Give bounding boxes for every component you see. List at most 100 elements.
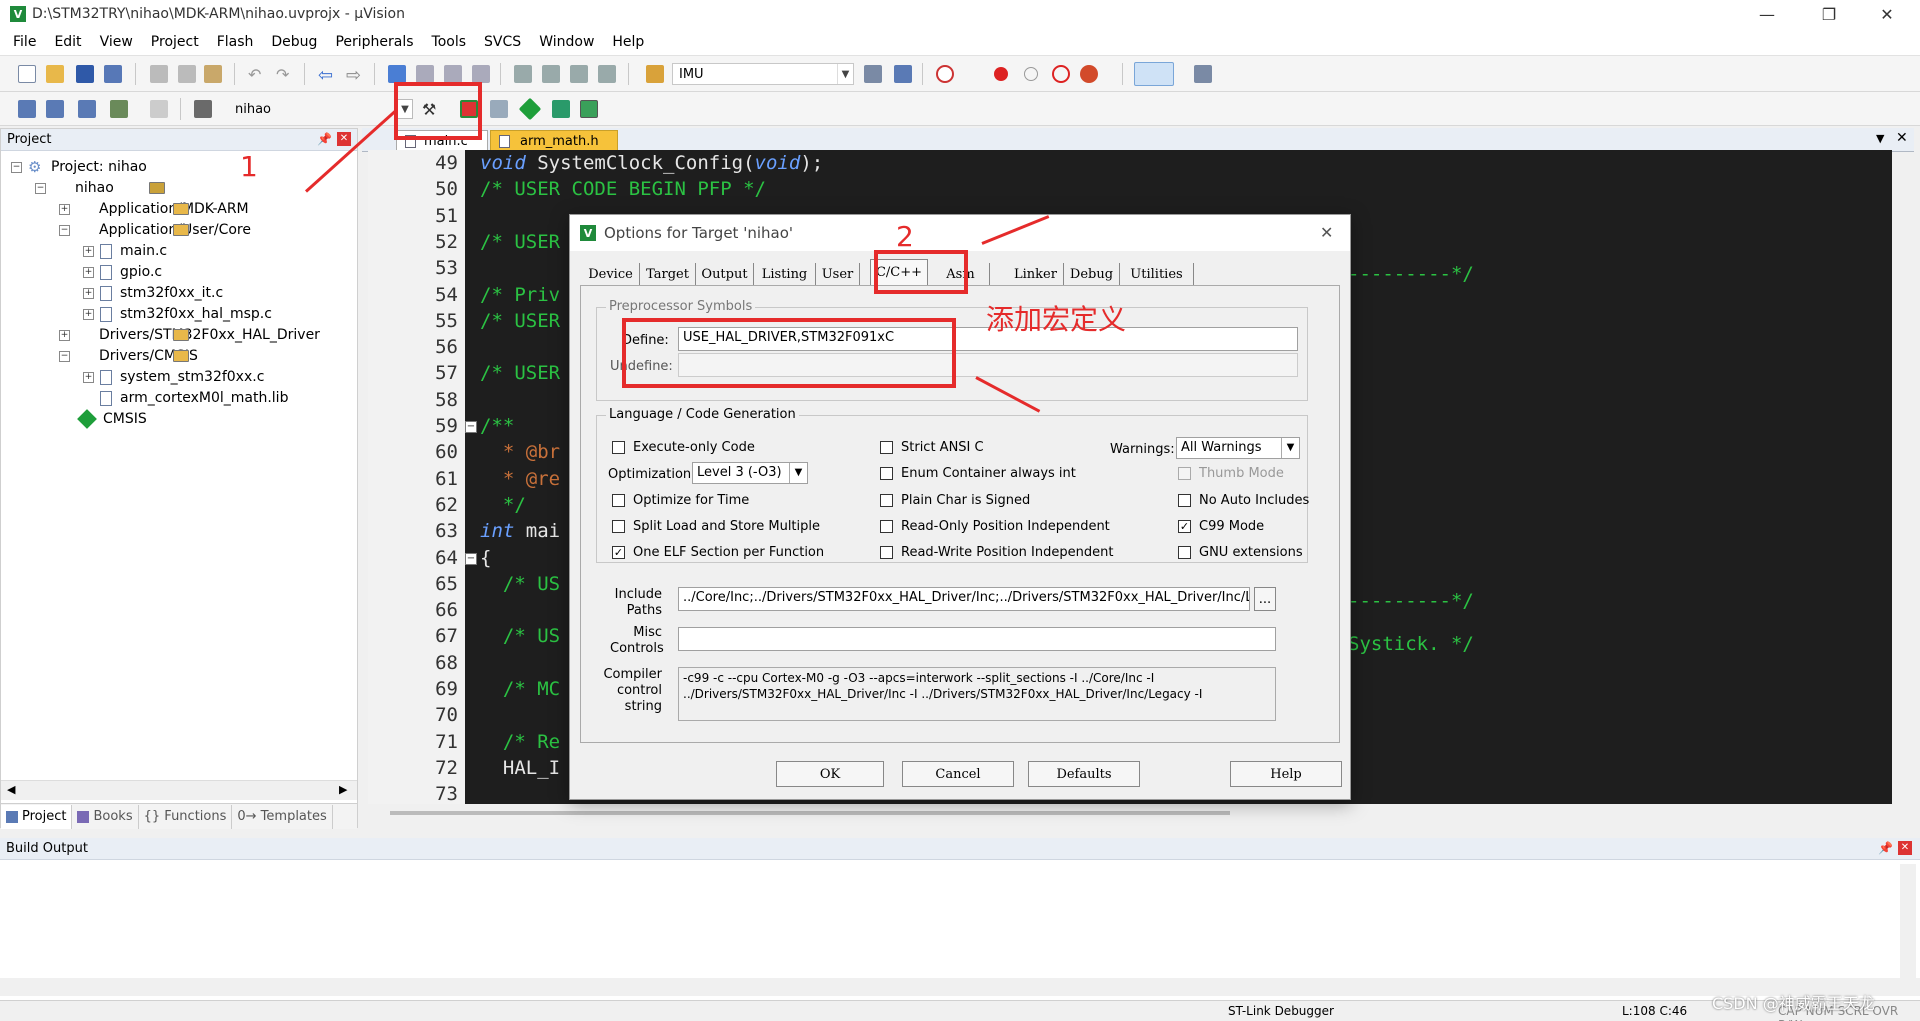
dialog-close-icon[interactable]: ✕ <box>1320 223 1333 242</box>
load-download-icon[interactable] <box>194 100 212 118</box>
menu-tools[interactable]: Tools <box>423 34 476 50</box>
tab-project[interactable]: Project <box>1 804 73 829</box>
tree-item-group[interactable]: +Application/MDK-ARM <box>59 201 249 217</box>
chevron-down-icon[interactable]: ▼ <box>789 463 807 483</box>
insert-breakpoint-icon[interactable] <box>994 67 1008 81</box>
cancel-button[interactable]: Cancel <box>902 761 1014 787</box>
vertical-scrollbar[interactable] <box>1900 864 1916 978</box>
tree-item-component[interactable]: CMSIS <box>77 409 147 429</box>
menu-help[interactable]: Help <box>603 34 653 50</box>
tab-arm-math-h[interactable]: arm_math.h <box>490 130 618 152</box>
defaults-button[interactable]: Defaults <box>1028 761 1140 787</box>
magnifier-icon[interactable] <box>936 65 954 83</box>
menu-file[interactable]: File <box>4 34 45 50</box>
tree-item-file[interactable]: + stm32f0xx_hal_msp.c <box>83 306 272 322</box>
scroll-right-icon[interactable]: ▶ <box>339 783 347 796</box>
horizontal-scrollbar[interactable]: ◀ ▶ <box>1 780 357 800</box>
redo-icon[interactable]: ↷ <box>276 65 294 84</box>
tab-utilities[interactable]: Utilities <box>1120 263 1194 285</box>
translate-icon[interactable] <box>18 100 36 118</box>
incremental-find-icon[interactable] <box>864 65 882 83</box>
scroll-left-icon[interactable]: ◀ <box>7 783 15 796</box>
next-bookmark-icon[interactable] <box>444 65 462 83</box>
disable-breakpoints-icon[interactable] <box>1052 65 1070 83</box>
strict-ansi-checkbox[interactable] <box>880 441 893 454</box>
browse-include-button[interactable]: ... <box>1254 587 1276 611</box>
menu-project[interactable]: Project <box>142 34 208 50</box>
nav-forward-icon[interactable]: ⇨ <box>346 65 364 86</box>
maximize-button[interactable]: ❐ <box>1806 0 1852 28</box>
thumb-mode-checkbox[interactable] <box>1178 467 1191 480</box>
open-file-icon[interactable] <box>46 65 64 83</box>
tree-item-file[interactable]: + stm32f0xx_it.c <box>83 285 223 301</box>
tab-debug[interactable]: Debug <box>1064 263 1120 285</box>
nav-back-icon[interactable]: ⇦ <box>318 65 336 86</box>
select-packs-icon[interactable] <box>490 100 508 118</box>
menu-window[interactable]: Window <box>530 34 603 50</box>
tree-item-file[interactable]: + gpio.c <box>83 264 162 280</box>
tree-item-file[interactable]: + system_stm32f0xx.c <box>83 369 264 385</box>
undo-icon[interactable]: ↶ <box>248 65 266 84</box>
close-tab-icon[interactable]: ✕ <box>1896 130 1908 146</box>
include-paths-input[interactable]: ../Core/Inc;../Drivers/STM32F0xx_HAL_Dri… <box>678 587 1250 611</box>
close-panel-icon[interactable]: ✕ <box>337 132 351 146</box>
ro-pi-checkbox[interactable] <box>880 520 893 533</box>
tab-templates[interactable]: 0→ Templates <box>232 804 333 829</box>
save-icon[interactable] <box>76 65 94 83</box>
enable-breakpoint-icon[interactable] <box>1024 67 1038 81</box>
indent-icon[interactable] <box>514 65 532 83</box>
save-all-icon[interactable] <box>104 65 122 83</box>
pack-installer-icon[interactable] <box>552 100 570 118</box>
menu-edit[interactable]: Edit <box>45 34 90 50</box>
tab-output[interactable]: Output <box>696 263 754 285</box>
batch-build-icon[interactable] <box>110 100 128 118</box>
tree-item-group[interactable]: − Drivers/CMSIS <box>59 348 198 364</box>
chevron-down-icon[interactable]: ▼ <box>837 64 853 84</box>
horizontal-scrollbar[interactable] <box>0 978 1920 996</box>
pin-icon[interactable]: 📌 <box>317 132 332 146</box>
unindent-icon[interactable] <box>542 65 560 83</box>
bookmark-icon[interactable] <box>388 65 406 83</box>
build-output-body[interactable] <box>0 860 1920 1000</box>
clear-bookmarks-icon[interactable] <box>472 65 490 83</box>
tab-listing[interactable]: Listing <box>754 263 816 285</box>
execute-only-checkbox[interactable] <box>612 441 625 454</box>
uncomment-icon[interactable] <box>598 65 616 83</box>
debug-session-icon[interactable] <box>894 65 912 83</box>
paste-icon[interactable] <box>204 65 222 83</box>
ok-button[interactable]: OK <box>776 761 884 787</box>
no-auto-includes-checkbox[interactable] <box>1178 494 1191 507</box>
configure-icon[interactable] <box>1194 65 1212 83</box>
manage-rte-icon[interactable] <box>518 97 542 121</box>
tree-item-file[interactable]: arm_cortexM0l_math.lib <box>100 390 288 406</box>
menu-svcs[interactable]: SVCS <box>475 34 530 50</box>
menu-view[interactable]: View <box>91 34 142 50</box>
enum-container-checkbox[interactable] <box>880 467 893 480</box>
menu-peripherals[interactable]: Peripherals <box>326 34 422 50</box>
scroll-thumb[interactable] <box>390 811 1230 815</box>
tree-item-group[interactable]: + Drivers/STM32F0xx_HAL_Driver <box>59 327 320 343</box>
tab-user[interactable]: User <box>816 263 860 285</box>
minimize-button[interactable]: — <box>1744 0 1790 28</box>
copy-icon[interactable] <box>178 65 196 83</box>
find-combo[interactable]: IMU ▼ <box>672 63 854 85</box>
tab-linker[interactable]: Linker <box>1008 263 1064 285</box>
comment-icon[interactable] <box>570 65 588 83</box>
close-panel-icon[interactable]: ✕ <box>1898 841 1912 855</box>
help-button[interactable]: Help <box>1230 761 1342 787</box>
menu-debug[interactable]: Debug <box>262 34 326 50</box>
new-file-icon[interactable] <box>18 65 36 83</box>
tree-item-project[interactable]: − ⚙ Project: nihao <box>11 159 147 175</box>
find-in-files-icon[interactable] <box>646 65 664 83</box>
optimize-time-checkbox[interactable] <box>612 494 625 507</box>
plain-char-checkbox[interactable] <box>880 494 893 507</box>
rebuild-icon[interactable] <box>78 100 96 118</box>
chevron-down-icon[interactable]: ▼ <box>1281 438 1299 458</box>
fold-toggle-icon[interactable]: − <box>465 421 477 433</box>
build-icon[interactable] <box>46 100 64 118</box>
tab-device[interactable]: Device <box>582 263 640 285</box>
rw-pi-checkbox[interactable] <box>880 546 893 559</box>
tree-item-target[interactable]: − nihao <box>35 180 165 196</box>
fold-toggle-icon[interactable]: − <box>465 552 477 565</box>
tab-list-icon[interactable]: ▼ <box>1876 132 1884 145</box>
